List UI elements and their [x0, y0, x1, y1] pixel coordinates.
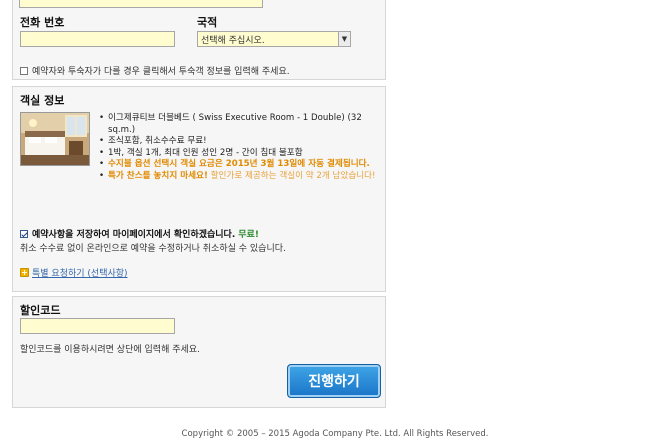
room-info-panel: 객실 정보 이그제큐티브 더블베드 ( Swiss Executive Room… [12, 86, 386, 292]
save-booking-checkbox-row[interactable]: 예약사항을 저장하여 마이페이지에서 확인하겠습니다. 무료! [20, 227, 259, 240]
save-booking-note: 취소 수수료 없이 온라인으로 예약을 수정하거나 취소하실 수 있습니다. [20, 244, 286, 254]
guest-info-checkbox-row[interactable]: 예약자와 투숙자가 다를 경우 클릭해서 투숙객 정보를 입력해 주세요. [20, 64, 290, 77]
special-request-link[interactable]: 특별 요청하기 (선택사항) [32, 266, 128, 279]
save-booking-checkbox[interactable] [20, 229, 28, 238]
nationality-selected-value: 선택해 주십시오. [201, 35, 265, 46]
guest-info-checkbox-label: 예약자와 투숙자가 다를 경우 클릭해서 투숙객 정보를 입력해 주세요. [32, 67, 290, 77]
room-details: 이그제큐티브 더블베드 ( Swiss Executive Room - 1 D… [99, 113, 381, 182]
payment-warning-text: 수지불 옵션 선택시 객실 요금은 2015년 3월 13일에 자동 결제됩니다… [108, 159, 370, 169]
deal-warning-bullet: 특가 찬스를 놓치지 마세요! 할인가로 제공하는 객실이 약 2개 남았습니다… [99, 171, 381, 183]
deal-warning-rest: 할인가로 제공하는 객실이 약 2개 남았습니다! [207, 170, 376, 181]
discount-code-input[interactable] [20, 318, 175, 334]
room-breakfast-bullet: 조식포함, 취소수수료 무료! [99, 136, 381, 148]
room-section-title: 객실 정보 [20, 94, 65, 107]
room-occupancy-bullet: 1박, 객실 1개, 최대 인원 성인 2명 - 간이 침대 불포함 [99, 148, 381, 160]
phone-input[interactable] [20, 31, 175, 47]
special-request-row[interactable]: + 특별 요청하기 (선택사항) [20, 266, 128, 279]
nationality-label: 국적 [197, 16, 218, 29]
discount-label: 할인코드 [20, 304, 61, 317]
proceed-button[interactable]: 진행하기 [287, 364, 381, 398]
phone-label: 전화 번호 [20, 16, 65, 29]
payment-warning-bullet: 수지불 옵션 선택시 객실 요금은 2015년 3월 13일에 자동 결제됩니다… [99, 159, 381, 171]
room-type-bullet: 이그제큐티브 더블베드 ( Swiss Executive Room - 1 D… [99, 113, 381, 136]
room-bullet-list: 이그제큐티브 더블베드 ( Swiss Executive Room - 1 D… [99, 113, 381, 182]
chevron-down-icon[interactable]: ▼ [338, 32, 350, 46]
discount-note: 할인코드를 이용하시려면 상단에 입력해 주세요. [20, 345, 200, 355]
hotel-room-photo [20, 112, 90, 166]
save-booking-label: 예약사항을 저장하여 마이페이지에서 확인하겠습니다. [32, 230, 236, 240]
deal-warning-bold: 특가 찬스를 놓치지 마세요! [108, 170, 208, 181]
save-booking-free: 무료! [238, 230, 259, 240]
footer-copyright: Copyright © 2005 – 2015 Agoda Company Pt… [181, 429, 489, 439]
nationality-select[interactable]: 선택해 주십시오. ▼ [197, 31, 351, 47]
guest-info-checkbox[interactable] [20, 66, 28, 75]
plus-icon[interactable]: + [20, 268, 29, 277]
contact-panel: 전화 번호 국적 선택해 주십시오. ▼ 예약자와 투숙자가 다를 경우 클릭해… [12, 0, 386, 80]
discount-panel: 할인코드 할인코드를 이용하시려면 상단에 입력해 주세요. 진행하기 [12, 296, 386, 408]
previous-field-input[interactable] [19, 0, 263, 8]
